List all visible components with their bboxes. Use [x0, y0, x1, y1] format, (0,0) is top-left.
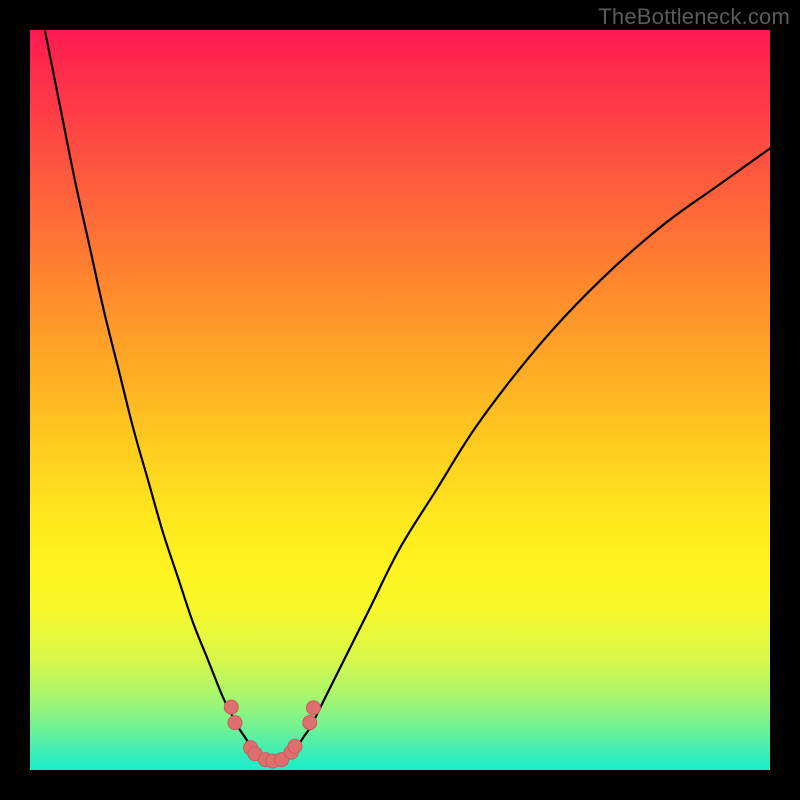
- curve-layer: [30, 30, 770, 770]
- data-marker: [228, 716, 242, 730]
- data-marker: [303, 716, 317, 730]
- plot-area: [30, 30, 770, 770]
- data-marker: [306, 701, 320, 715]
- watermark-text: TheBottleneck.com: [598, 4, 790, 30]
- curve-left-branch: [45, 30, 258, 755]
- curve-right-branch: [289, 148, 770, 755]
- data-marker: [224, 700, 238, 714]
- data-marker: [288, 739, 302, 753]
- chart-frame: TheBottleneck.com: [0, 0, 800, 800]
